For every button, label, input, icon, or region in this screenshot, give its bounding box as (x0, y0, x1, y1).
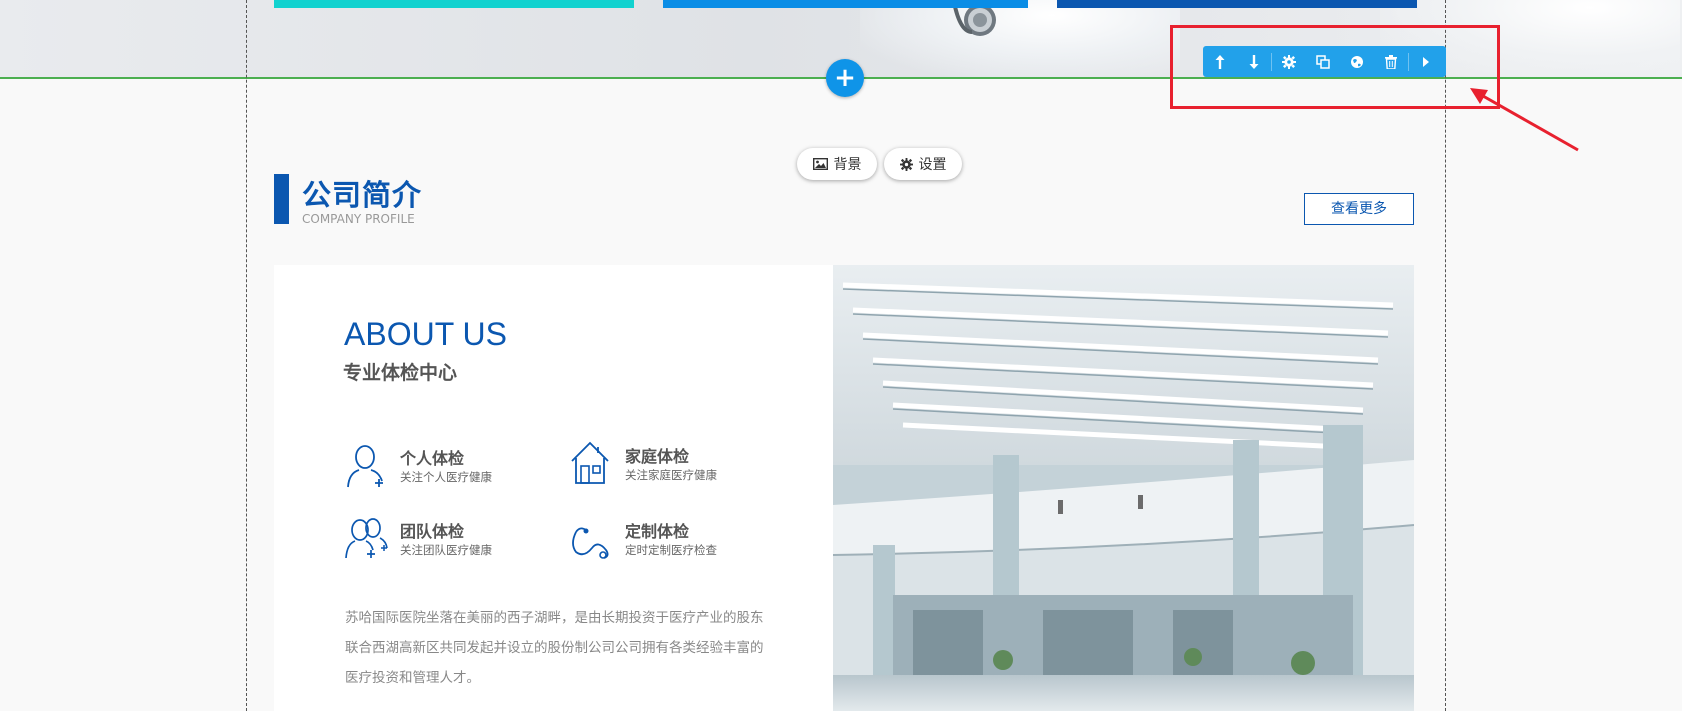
arrow-up-icon (1215, 54, 1225, 69)
feature-title: 个人体检 (400, 449, 465, 468)
about-heading-en: ABOUT US (344, 316, 507, 352)
layout-guide-right (1445, 0, 1446, 711)
feature-item-family: 家庭体检 关注家庭医疗健康 (570, 439, 770, 489)
section-title-accent (274, 174, 289, 224)
move-down-button[interactable] (1237, 46, 1271, 77)
feature-bar-navy (1057, 0, 1417, 8)
stethoscope-icon (572, 527, 609, 559)
copy-icon (1316, 54, 1330, 69)
settings-button[interactable] (1272, 46, 1306, 77)
feature-desc: 关注家庭医疗健康 (625, 468, 717, 482)
stethoscope-image (952, 2, 996, 36)
section-subtitle: COMPANY PROFILE (302, 212, 415, 226)
feature-item-custom: 定制体检 定时定制医疗检查 (570, 514, 770, 564)
doctor-coat-image (860, 0, 1180, 78)
global-button[interactable] (1340, 46, 1374, 77)
add-section-button[interactable]: + (826, 59, 864, 97)
annotation-arrow-icon (1470, 88, 1579, 152)
feature-title: 团队体检 (400, 522, 465, 541)
layout-guide-left (246, 0, 247, 711)
view-more-button[interactable]: 查看更多 (1304, 193, 1414, 225)
duplicate-button[interactable] (1306, 46, 1340, 77)
person-icon (347, 445, 383, 488)
about-heading-cn: 专业体检中心 (343, 362, 458, 384)
settings-pill-button[interactable]: 设置 (884, 148, 962, 180)
globe-icon (1351, 55, 1363, 68)
feature-desc: 定时定制医疗检查 (625, 543, 717, 557)
house-icon (571, 441, 609, 484)
settings-pill-label: 设置 (918, 157, 947, 173)
feature-desc: 关注个人医疗健康 (400, 470, 492, 484)
feature-item-team: 团队体检 关注团队医疗健康 (345, 514, 545, 564)
feature-desc: 关注团队医疗健康 (400, 543, 492, 557)
arrow-down-icon (1249, 54, 1259, 69)
feature-item-personal: 个人体检 关注个人医疗健康 (345, 441, 545, 491)
feature-bar-blue (663, 0, 1028, 8)
feature-title: 家庭体检 (625, 447, 690, 466)
hospital-lobby-image (833, 265, 1414, 711)
team-icon (345, 518, 388, 559)
feature-bar-teal (274, 0, 634, 8)
feature-title: 定制体检 (625, 522, 690, 541)
delete-button[interactable] (1374, 46, 1408, 77)
move-up-button[interactable] (1203, 46, 1237, 77)
section-title: 公司简介 (302, 178, 423, 212)
trash-icon (1385, 54, 1397, 69)
gear-icon (899, 157, 913, 171)
background-button-label: 背景 (833, 157, 862, 173)
caret-right-icon (1423, 56, 1429, 67)
gear-icon (1282, 54, 1296, 69)
image-icon (812, 158, 828, 170)
about-description: 苏哈国际医院坐落在美丽的西子湖畔，是由长期投资于医疗产业的股东联合西湖高新区共同… (345, 610, 764, 686)
section-toolbar (1203, 46, 1446, 77)
background-button[interactable]: 背景 (797, 148, 877, 180)
more-options-button[interactable] (1409, 46, 1443, 77)
